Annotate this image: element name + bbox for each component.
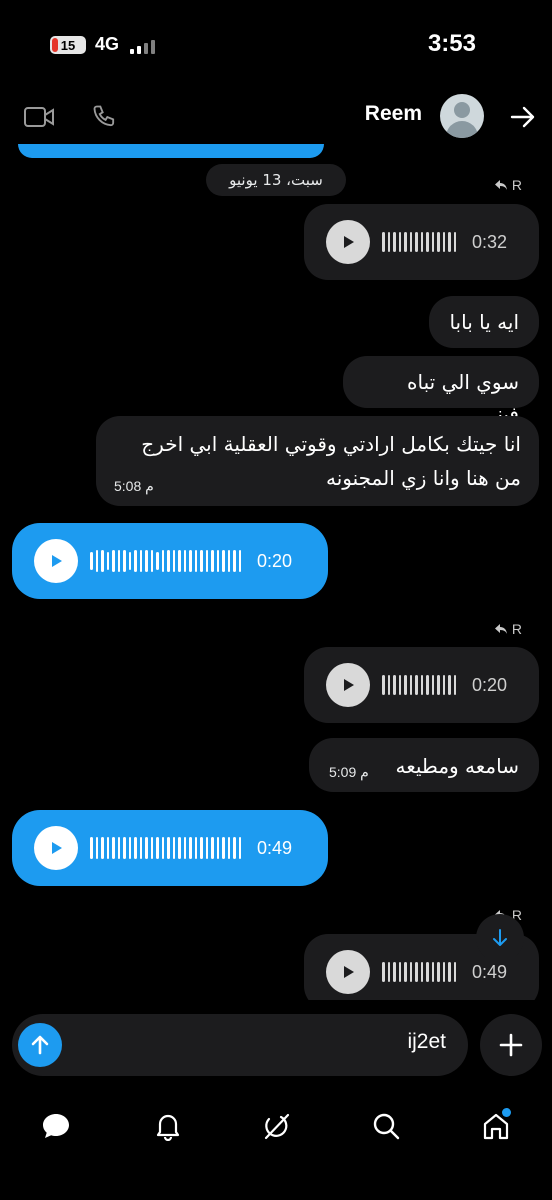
date-separator: سبت، 13 يونيو <box>206 164 346 196</box>
messages-icon <box>43 1114 69 1138</box>
send-button[interactable] <box>18 1023 62 1067</box>
waveform <box>382 675 456 695</box>
play-button[interactable] <box>326 220 370 264</box>
forward-arrow-icon[interactable] <box>506 100 540 134</box>
add-attachment-button[interactable] <box>480 1014 542 1076</box>
voice-duration: 0:20 <box>257 550 293 571</box>
voice-duration: 0:49 <box>472 961 508 982</box>
voice-duration: 0:20 <box>472 674 508 695</box>
message-time: 5:08 م <box>114 478 154 494</box>
tab-search[interactable] <box>360 1100 412 1152</box>
reply-indicator: R <box>494 177 522 193</box>
message-text-line-1: انا جيتك بكامل ارادتي وقوتي العقلية ابي … <box>141 432 521 456</box>
voice-message-incoming[interactable]: 0:20 <box>304 647 539 723</box>
waveform <box>382 962 456 982</box>
tab-home[interactable] <box>470 1100 522 1152</box>
text-message-incoming[interactable]: سامعه ومطيعه 5:09 م <box>309 738 539 792</box>
arrow-down-icon <box>493 929 507 946</box>
voice-message-outgoing[interactable]: 0:20 <box>12 523 328 599</box>
play-icon <box>52 842 62 854</box>
network-type: 4G <box>95 34 120 54</box>
message-input-value[interactable]: ij2et <box>407 1030 446 1054</box>
play-icon <box>344 966 354 978</box>
battery-level: 15 <box>60 37 76 53</box>
voice-duration: 0:32 <box>472 231 508 252</box>
scroll-to-bottom-button[interactable] <box>476 914 524 962</box>
text-message-incoming[interactable]: انا جيتك بكامل ارادتي وقوتي العقلية ابي … <box>96 416 539 506</box>
message-text: ايه يا بابا <box>449 310 519 334</box>
phone-icon[interactable] <box>88 100 122 134</box>
reply-icon <box>494 180 507 190</box>
signal-icon <box>130 38 158 54</box>
message-text: سامعه ومطيعه <box>395 754 519 778</box>
search-icon <box>373 1113 400 1140</box>
message-input[interactable]: ij2et <box>12 1014 468 1076</box>
arrow-up-icon <box>31 1035 49 1055</box>
waveform <box>90 837 241 859</box>
contact-name[interactable]: Reem <box>365 102 422 126</box>
text-message-incoming[interactable]: ايه يا بابا <box>429 296 539 348</box>
text-message-incoming[interactable]: سوي الي تباه فيني <box>343 356 539 426</box>
voice-message-incoming[interactable]: 0:32 <box>304 204 539 280</box>
reply-indicator: R <box>494 621 522 637</box>
previous-outgoing-bubble-edge <box>18 144 324 158</box>
play-icon <box>344 679 354 691</box>
battery-icon: 15 <box>50 36 86 54</box>
avatar[interactable] <box>440 94 484 138</box>
plus-icon <box>499 1033 523 1057</box>
reply-icon <box>494 624 507 634</box>
play-button[interactable] <box>34 826 78 870</box>
play-icon <box>52 555 62 567</box>
tab-grok[interactable] <box>250 1100 302 1152</box>
grok-icon <box>264 1113 290 1140</box>
bottom-tab-bar <box>0 1090 552 1200</box>
tab-notifications[interactable] <box>142 1100 194 1152</box>
video-call-icon[interactable] <box>22 100 56 134</box>
waveform <box>90 550 241 572</box>
status-time: 3:53 <box>427 30 476 57</box>
voice-duration: 0:49 <box>257 837 293 858</box>
play-icon <box>344 236 354 248</box>
notifications-icon <box>156 1114 180 1141</box>
play-button[interactable] <box>326 663 370 707</box>
waveform <box>382 232 456 252</box>
unread-dot <box>502 1108 511 1117</box>
play-button[interactable] <box>34 539 78 583</box>
tab-messages[interactable] <box>30 1100 82 1152</box>
message-text-line-2: من هنا وانا زي المجنونه <box>325 466 521 490</box>
play-button[interactable] <box>326 950 370 994</box>
voice-message-outgoing[interactable]: 0:49 <box>12 810 328 886</box>
message-time: 5:09 م <box>329 764 369 780</box>
chat-header: Reem <box>0 90 552 146</box>
status-bar: 15 4G 3:53 <box>0 0 552 90</box>
